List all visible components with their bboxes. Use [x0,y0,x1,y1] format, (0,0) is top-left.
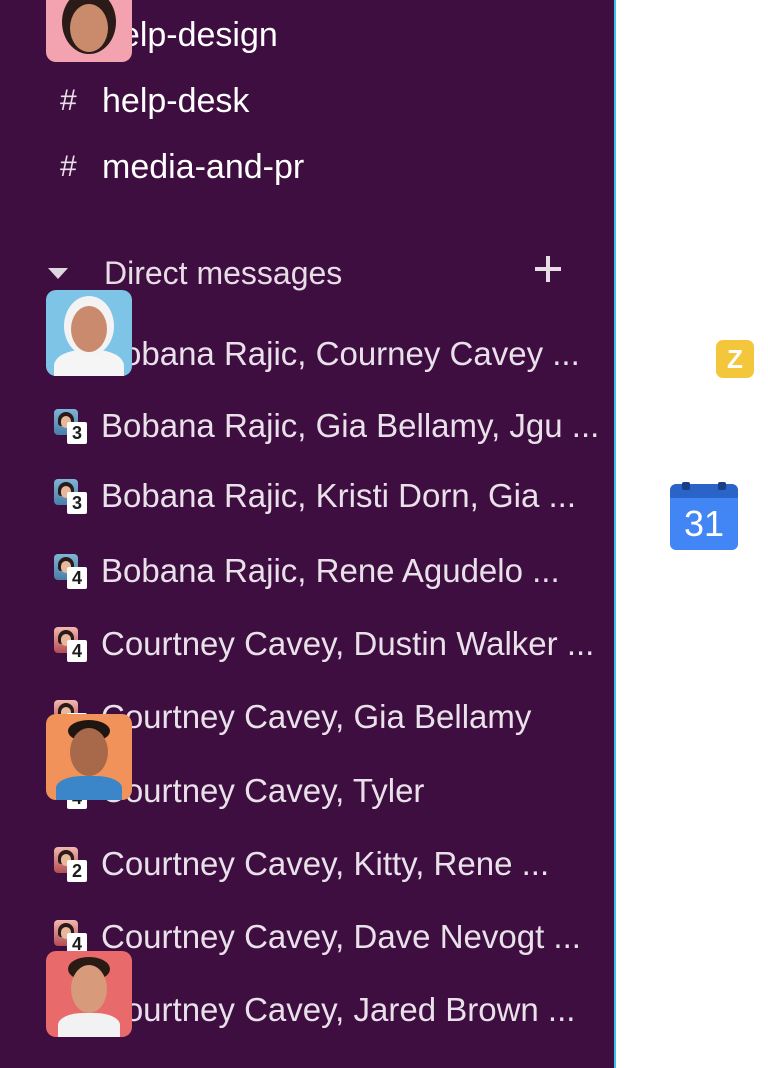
direct-message-item[interactable]: 4 Bobana Rajic, Rene Agudelo ... [52,546,604,596]
avatar[interactable] [46,714,132,800]
avatar[interactable] [46,0,132,62]
channel-name: media-and-pr [102,147,305,186]
channel-help-desk[interactable]: # help-desk [60,76,249,126]
avatar[interactable] [46,290,132,376]
status-badge: Z [714,338,756,380]
calendar-icon[interactable]: 31 [670,482,738,550]
member-count: 4 [67,567,87,589]
channel-media-and-pr[interactable]: # media-and-pr [60,142,304,192]
member-count: 3 [67,492,87,514]
direct-message-item[interactable]: 4 Courtney Cavey, Dustin Walker ... [52,619,604,669]
direct-message-label: Courtney Cavey, Dave Nevogt ... [101,918,581,955]
group-dm-icon: 2 [52,844,92,884]
member-count: 2 [67,860,87,882]
direct-message-item[interactable]: 3 Bobana Rajic, Gia Bellamy, Jgu ... [52,401,604,451]
direct-message-label: Bobana Rajic, Kristi Dorn, Gia ... [101,477,577,514]
direct-message-item[interactable]: 3 Bobana Rajic, Kristi Dorn, Gia ... [52,471,604,521]
direct-message-label: Courtney Cavey, Gia Bellamy [101,698,532,735]
direct-message-label: Courtney Cavey, Tyler [101,772,425,809]
group-dm-icon: 3 [52,476,92,516]
direct-message-label: Courtney Cavey, Kitty, Rene ... [101,845,550,882]
direct-message-item[interactable]: 2 Courtney Cavey, Kitty, Rene ... [52,839,604,889]
caret-down-icon[interactable] [48,267,68,279]
add-direct-message-button[interactable] [530,252,566,292]
direct-message-label: Courtney Cavey, Jared Brown ... [101,991,576,1028]
hash-icon: # [60,84,77,117]
group-dm-icon: 4 [52,624,92,664]
hash-icon: # [60,150,77,183]
direct-message-item[interactable]: 4Courtney Cavey, Tyler [52,766,604,816]
direct-message-item[interactable]: 4Courtney Cavey, Gia Bellamy [52,692,604,742]
member-count: 3 [67,422,87,444]
member-count: 4 [67,640,87,662]
direct-message-item[interactable]: 4Courtney Cavey, Jared Brown ... [52,985,604,1035]
direct-message-item[interactable]: 4 Courtney Cavey, Dave Nevogt ... [52,912,604,962]
avatar[interactable] [46,951,132,1037]
plus-icon [535,256,561,282]
group-dm-icon: 4 [52,551,92,591]
calendar-day: 31 [670,498,738,550]
direct-message-label: Courtney Cavey, Dustin Walker ... [101,625,595,662]
sidebar: # help-design # help-desk # media-and-pr… [0,0,614,1068]
direct-message-label: Bobana Rajic, Rene Agudelo ... [101,552,560,589]
direct-message-label: Bobana Rajic, Courney Cavey ... [101,335,580,372]
section-label: Direct messages [104,254,343,291]
channel-name: help-desk [102,81,250,120]
direct-message-item[interactable]: 3Bobana Rajic, Courney Cavey ... [52,329,604,379]
group-dm-icon: 3 [52,406,92,446]
direct-message-label: Bobana Rajic, Gia Bellamy, Jgu ... [101,407,600,444]
